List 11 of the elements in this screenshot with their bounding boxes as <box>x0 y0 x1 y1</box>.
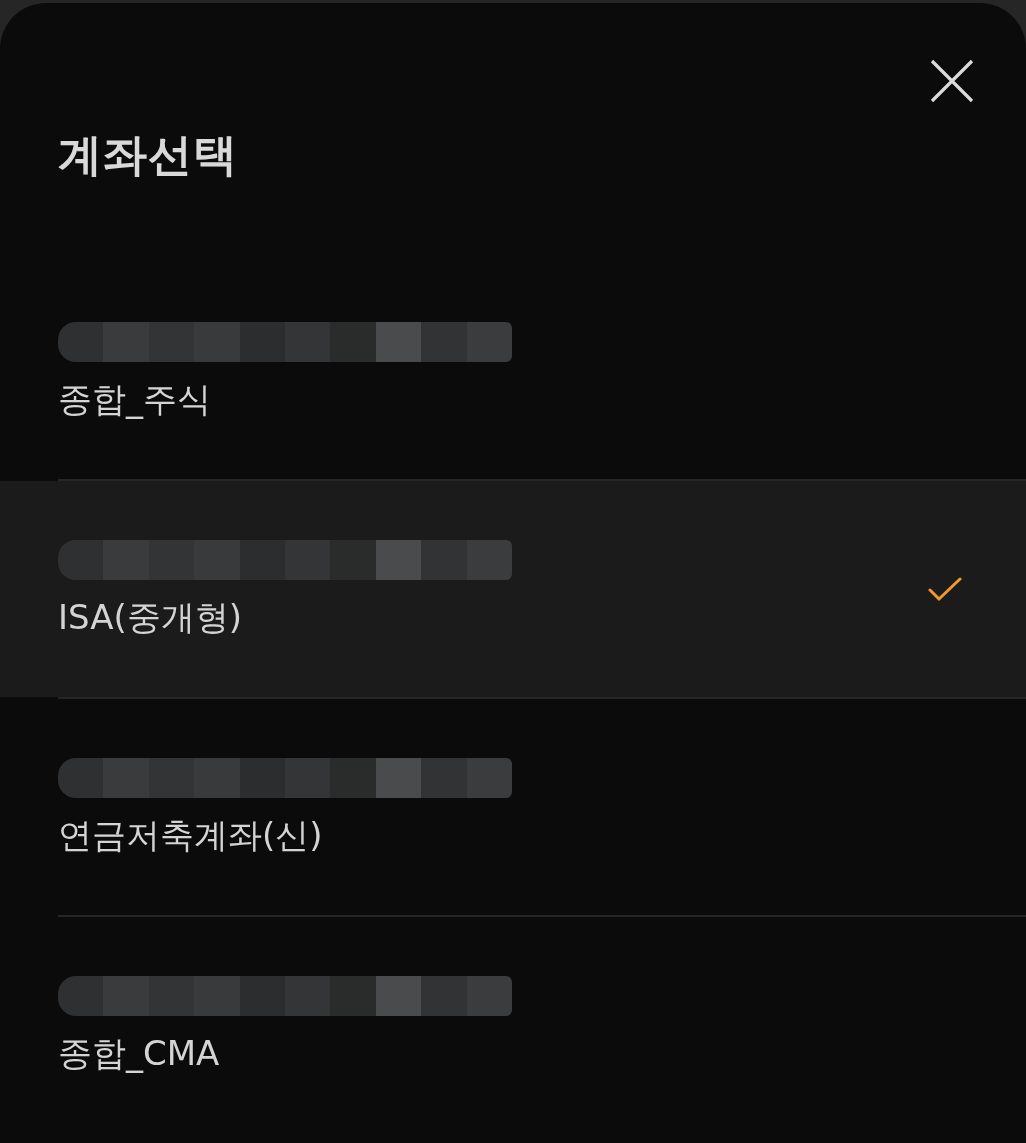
account-name: 종합_주식 <box>58 380 211 420</box>
checkmark-icon <box>928 576 962 602</box>
account-name: 종합_CMA <box>58 1034 220 1074</box>
account-item[interactable]: 종합_주식 <box>0 263 1026 479</box>
sheet-title: 계좌선택 <box>58 131 238 180</box>
account-item[interactable]: 종합_CMA <box>0 917 1026 1133</box>
close-icon <box>930 59 974 103</box>
account-name: ISA(중개형) <box>58 598 243 638</box>
account-item[interactable]: ISA(중개형) <box>0 481 1026 697</box>
account-name: 연금저축계좌(신) <box>58 816 323 856</box>
account-item[interactable]: 연금저축계좌(신) <box>0 699 1026 915</box>
